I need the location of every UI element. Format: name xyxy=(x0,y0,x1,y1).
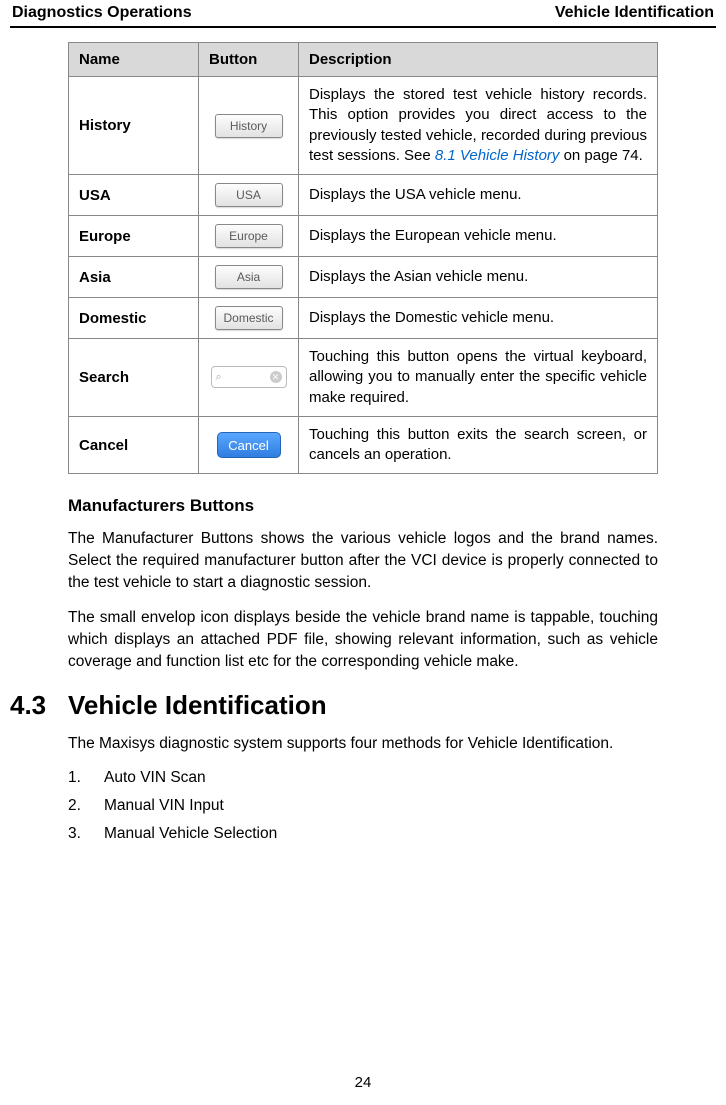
asia-button[interactable]: Asia xyxy=(215,265,283,289)
header-left: Diagnostics Operations xyxy=(12,4,192,22)
usa-button[interactable]: USA xyxy=(215,183,283,207)
row-button-cell: Europe xyxy=(199,216,299,257)
section-title: Vehicle Identification xyxy=(68,690,327,721)
cross-reference-link[interactable]: 8.1 Vehicle History xyxy=(435,147,560,164)
row-description: Touching this button exits the search sc… xyxy=(299,416,658,474)
row-description: Displays the European vehicle menu. xyxy=(299,216,658,257)
vehicle-id-intro: The Maxisys diagnostic system supports f… xyxy=(68,733,658,755)
search-field-button[interactable]: ⌕✕ xyxy=(211,366,287,388)
th-description: Description xyxy=(299,43,658,77)
table-row: Cancel Cancel Touching this button exits t… xyxy=(69,416,658,474)
row-name: Search xyxy=(69,339,199,417)
search-icon: ⌕ xyxy=(216,371,222,384)
row-name: Cancel xyxy=(69,416,199,474)
row-description: Touching this button opens the virtual k… xyxy=(299,339,658,417)
list-item-text: Manual Vehicle Selection xyxy=(104,825,277,843)
identification-methods-list: 1.Auto VIN Scan2.Manual VIN Input3.Manua… xyxy=(68,769,658,843)
list-item-text: Auto VIN Scan xyxy=(104,769,206,787)
section-heading: 4.3 Vehicle Identification xyxy=(10,690,658,721)
buttons-table: Name Button Description History History Di… xyxy=(68,42,658,474)
table-row: Asia Asia Displays the Asian vehicle menu. xyxy=(69,257,658,298)
manufacturers-paragraph-1: The Manufacturer Buttons shows the vario… xyxy=(68,528,658,593)
row-button-cell: Cancel xyxy=(199,416,299,474)
row-button-cell: ⌕✕ xyxy=(199,339,299,417)
list-item-number: 1. xyxy=(68,769,104,787)
list-item: 1.Auto VIN Scan xyxy=(68,769,658,787)
cancel-button[interactable]: Cancel xyxy=(217,432,281,458)
section-number: 4.3 xyxy=(10,690,68,721)
row-description: Displays the Domestic vehicle menu. xyxy=(299,298,658,339)
list-item: 2.Manual VIN Input xyxy=(68,797,658,815)
manufacturers-buttons-heading: Manufacturers Buttons xyxy=(68,496,658,516)
list-item-number: 2. xyxy=(68,797,104,815)
list-item-text: Manual VIN Input xyxy=(104,797,224,815)
th-name: Name xyxy=(69,43,199,77)
header-right: Vehicle Identification xyxy=(555,4,714,22)
domestic-button[interactable]: Domestic xyxy=(215,306,283,330)
list-item-number: 3. xyxy=(68,825,104,843)
row-description: Displays the Asian vehicle menu. xyxy=(299,257,658,298)
th-button: Button xyxy=(199,43,299,77)
page-header: Diagnostics Operations Vehicle Identific… xyxy=(10,0,716,28)
manufacturers-paragraph-2: The small envelop icon displays beside t… xyxy=(68,607,658,672)
table-row: History History Displays the stored test v… xyxy=(69,77,658,175)
table-row: Europe Europe Displays the European vehicl… xyxy=(69,216,658,257)
table-row: Domestic Domestic Displays the Domestic ve… xyxy=(69,298,658,339)
row-name: History xyxy=(69,77,199,175)
row-button-cell: USA xyxy=(199,175,299,216)
list-item: 3.Manual Vehicle Selection xyxy=(68,825,658,843)
row-description: Displays the stored test vehicle history… xyxy=(299,77,658,175)
row-button-cell: History xyxy=(199,77,299,175)
row-name: Europe xyxy=(69,216,199,257)
row-button-cell: Asia xyxy=(199,257,299,298)
history-button[interactable]: History xyxy=(215,114,283,138)
table-header-row: Name Button Description xyxy=(69,43,658,77)
clear-icon: ✕ xyxy=(270,371,282,383)
row-name: Domestic xyxy=(69,298,199,339)
europe-button[interactable]: Europe xyxy=(215,224,283,248)
table-row: USA USA Displays the USA vehicle menu. xyxy=(69,175,658,216)
table-row: Search⌕✕Touching this button opens the v… xyxy=(69,339,658,417)
row-name: USA xyxy=(69,175,199,216)
row-description: Displays the USA vehicle menu. xyxy=(299,175,658,216)
page-number: 24 xyxy=(0,1074,726,1091)
row-name: Asia xyxy=(69,257,199,298)
row-button-cell: Domestic xyxy=(199,298,299,339)
